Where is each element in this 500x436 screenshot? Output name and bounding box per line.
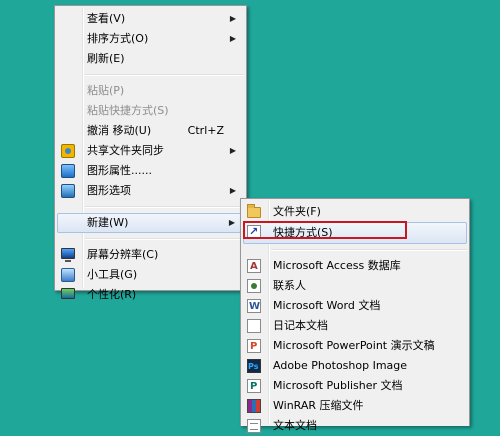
menu-item-new[interactable]: 新建(W) ▶ (57, 213, 244, 233)
menu-item-label: 小工具(G) (87, 268, 138, 281)
text-document-icon (247, 419, 261, 433)
submenu-item-text-document[interactable]: 文本文档 (243, 416, 467, 436)
menu-item-paste-shortcut: 粘贴快捷方式(S) (57, 101, 244, 121)
menu-item-shortcut: Ctrl+Z (187, 124, 224, 137)
shortcut-highlight-annotation (243, 221, 407, 239)
menu-item-label: 粘贴快捷方式(S) (87, 104, 169, 117)
menu-item-refresh[interactable]: 刷新(E) (57, 49, 244, 69)
menu-separator (85, 238, 244, 240)
menu-item-label: 文件夹(F) (273, 205, 321, 218)
menu-item-view[interactable]: 查看(V) ▶ (57, 9, 244, 29)
submenu-item-journal-document[interactable]: 日记本文档 (243, 316, 467, 336)
menu-item-shared-folder-sync[interactable]: 共享文件夹同步 ▶ (57, 141, 244, 161)
menu-item-label: 刷新(E) (87, 52, 125, 65)
menu-item-graphics-options[interactable]: 图形选项 ▶ (57, 181, 244, 201)
menu-separator (85, 206, 244, 208)
menu-item-label: Adobe Photoshop Image (273, 359, 408, 372)
menu-item-label: 共享文件夹同步 (87, 144, 164, 157)
contact-icon (247, 279, 261, 293)
menu-item-screen-resolution[interactable]: 屏幕分辨率(C) (57, 245, 244, 265)
menu-item-graphics-properties[interactable]: 图形属性...... (57, 161, 244, 181)
submenu-arrow-icon: ▶ (229, 34, 236, 43)
photoshop-icon (247, 357, 261, 377)
submenu-arrow-icon: ▶ (229, 14, 236, 23)
word-icon (247, 297, 261, 317)
menu-item-sort-by[interactable]: 排序方式(O) ▶ (57, 29, 244, 49)
menu-item-label: 日记本文档 (273, 319, 328, 332)
screen-resolution-icon (61, 248, 75, 262)
submenu-item-winrar-archive[interactable]: WinRAR 压缩文件 (243, 396, 467, 416)
menu-item-label: 图形属性...... (87, 164, 152, 177)
graphics-options-icon (61, 184, 75, 198)
submenu-arrow-icon: ▶ (229, 186, 236, 195)
submenu-item-access-database[interactable]: Microsoft Access 数据库 (243, 256, 467, 277)
submenu-item-photoshop-image[interactable]: Adobe Photoshop Image (243, 356, 467, 377)
menu-item-label: Microsoft Publisher 文档 (273, 379, 403, 392)
graphics-properties-icon (61, 164, 75, 178)
folder-icon (247, 204, 261, 218)
submenu-item-publisher-document[interactable]: Microsoft Publisher 文档 (243, 376, 467, 397)
submenu-item-word-document[interactable]: Microsoft Word 文档 (243, 296, 467, 317)
menu-item-label: 粘贴(P) (87, 84, 125, 97)
gadgets-icon (61, 268, 75, 282)
menu-item-personalize[interactable]: 个性化(R) (57, 285, 244, 305)
menu-item-label: Microsoft PowerPoint 演示文稿 (273, 339, 435, 352)
menu-item-label: Microsoft Access 数据库 (273, 259, 401, 272)
menu-item-label: 撤消 移动(U) (87, 124, 152, 137)
menu-item-label: 个性化(R) (87, 288, 137, 301)
powerpoint-icon (247, 337, 261, 357)
submenu-item-powerpoint[interactable]: Microsoft PowerPoint 演示文稿 (243, 336, 467, 357)
menu-item-label: 联系人 (273, 279, 306, 292)
desktop-context-menu: 查看(V) ▶ 排序方式(O) ▶ 刷新(E) 粘贴(P) 粘贴快捷方式(S) … (54, 5, 247, 301)
menu-separator (85, 74, 244, 76)
menu-item-paste: 粘贴(P) (57, 81, 244, 101)
menu-item-gadgets[interactable]: 小工具(G) (57, 265, 244, 285)
winrar-icon (247, 399, 261, 413)
menu-item-label: 新建(W) (87, 216, 129, 229)
menu-separator (271, 249, 467, 251)
shared-folder-sync-icon (61, 144, 75, 158)
publisher-icon (247, 377, 261, 397)
submenu-item-folder[interactable]: 文件夹(F) (243, 202, 467, 222)
menu-item-label: Microsoft Word 文档 (273, 299, 381, 312)
submenu-item-contact[interactable]: 联系人 (243, 276, 467, 296)
menu-item-label: 屏幕分辨率(C) (87, 248, 159, 261)
menu-item-label: 查看(V) (87, 12, 126, 25)
menu-item-undo-move[interactable]: 撤消 移动(U) Ctrl+Z (57, 121, 244, 141)
access-icon (247, 257, 261, 277)
menu-item-label: WinRAR 压缩文件 (273, 399, 364, 412)
menu-item-label: 图形选项 (87, 184, 131, 197)
submenu-arrow-icon: ▶ (229, 146, 236, 155)
personalize-icon (61, 288, 75, 299)
submenu-arrow-icon: ▶ (228, 218, 235, 227)
journal-icon (247, 319, 261, 333)
menu-item-label: 排序方式(O) (87, 32, 149, 45)
